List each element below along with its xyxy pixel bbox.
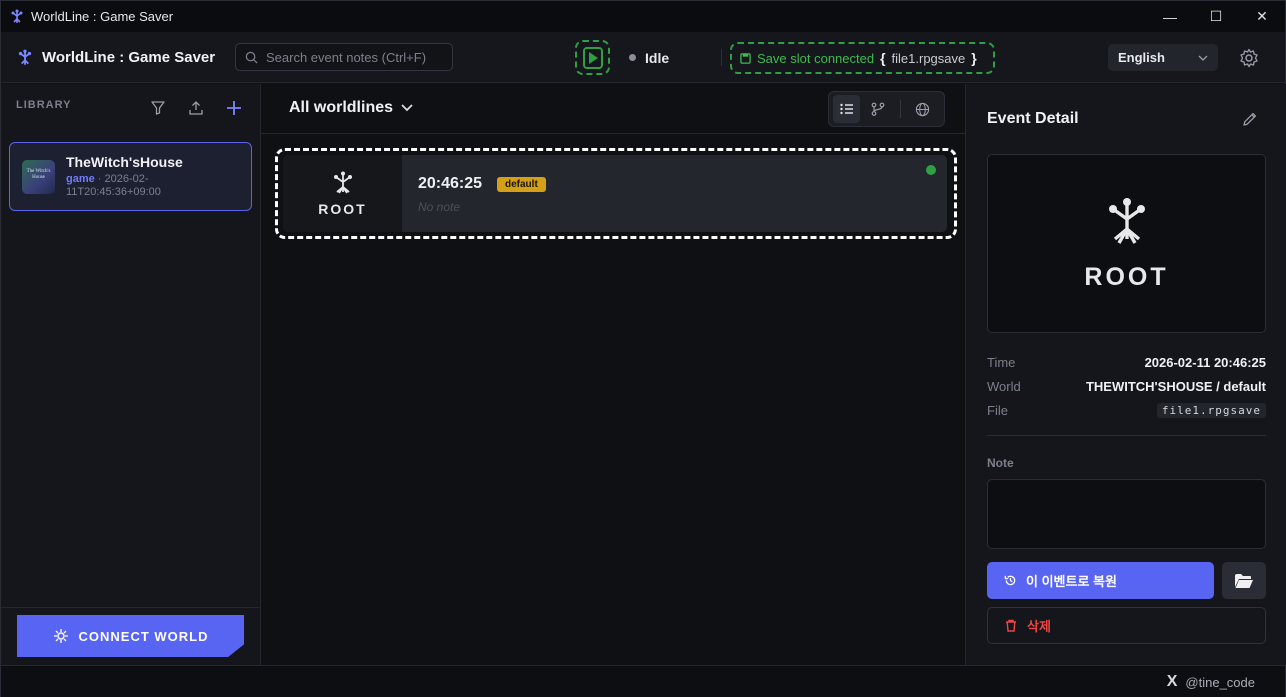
list-view-button[interactable] (833, 95, 861, 123)
x-logo-icon: X (1166, 673, 1178, 690)
note-label: Note (987, 456, 1014, 470)
status-footer: X @tine_code (1, 665, 1285, 697)
branch-view-button[interactable] (864, 95, 891, 123)
brand-logo-icon (18, 49, 32, 65)
restore-label: 이 이벤트로 복원 (1026, 574, 1117, 589)
git-branch-icon (871, 102, 885, 116)
worldline-badge: default (497, 177, 546, 192)
slot-brace-close: } (971, 50, 977, 66)
library-heading: LIBRARY (16, 99, 72, 111)
game-meta: game · 2026-02-11T20:45:36+09:00 (66, 173, 216, 199)
brand: WorldLine : Game Saver (16, 32, 215, 83)
event-detail-panel: Event Detail ROOT Time 2026-02-11 20:46:… (965, 84, 1286, 665)
app-window: WorldLine : Game Saver — ☐ ✕ WorldLine :… (0, 0, 1286, 697)
game-thumbnail: The Witch's House (22, 160, 55, 194)
add-icon[interactable] (224, 98, 244, 118)
search-input[interactable] (266, 49, 446, 65)
world-view-button[interactable] (909, 95, 936, 123)
event-time: 20:46:25 (418, 175, 483, 192)
time-label: Time (987, 354, 1016, 370)
event-note: No note (418, 200, 461, 214)
search-box[interactable] (235, 43, 453, 71)
timeline-main: All worldlines ROOT 20:46:25 default No … (261, 84, 965, 665)
detail-file-row: File file1.rpgsave (987, 400, 1266, 420)
connect-icon (53, 629, 68, 643)
list-icon (839, 103, 853, 115)
open-folder-button[interactable] (1222, 562, 1266, 599)
preview-label: ROOT (1084, 263, 1169, 291)
history-icon (1004, 575, 1016, 586)
language-select[interactable]: English (1108, 44, 1218, 71)
minimize-button[interactable]: — (1147, 1, 1193, 32)
search-icon (245, 51, 258, 64)
gear-icon[interactable] (1239, 48, 1259, 68)
author-credit[interactable]: X @tine_code (1167, 666, 1255, 697)
export-icon[interactable] (186, 98, 206, 118)
view-mode-toggle (828, 91, 945, 127)
event-thumb-label: ROOT (318, 201, 367, 217)
filter-icon[interactable] (148, 98, 168, 118)
library-actions (148, 98, 244, 118)
status-text: Idle (645, 49, 670, 66)
world-label: World (987, 378, 1021, 394)
chevron-down-icon (401, 104, 413, 112)
root-node-icon (1108, 198, 1145, 244)
connect-world-label: CONNECT WORLD (78, 628, 209, 644)
sidebar-divider (1, 607, 260, 608)
game-title: TheWitch'sHouse (66, 154, 183, 170)
slot-brace-open: { (880, 50, 886, 66)
delete-label: 삭제 (1027, 619, 1051, 634)
timeline-header: All worldlines (261, 84, 965, 134)
trash-icon (1006, 619, 1016, 632)
app-header: WorldLine : Game Saver Idle (1, 32, 1285, 83)
author-handle: @tine_code (1185, 674, 1255, 690)
worldline-select[interactable]: All worldlines (289, 99, 413, 117)
window-title: WorldLine : Game Saver (31, 9, 174, 24)
file-label: File (987, 402, 1008, 418)
library-sidebar: LIBRARY The Witch's House TheWitch'sHous… (1, 84, 261, 665)
restore-button[interactable]: 이 이벤트로 복원 (987, 562, 1214, 599)
header-divider (721, 49, 722, 66)
slot-status-text: Save slot connected (757, 50, 875, 66)
file-value: file1.rpgsave (1156, 402, 1266, 418)
worldline-select-value: All worldlines (289, 99, 394, 116)
brand-name: WorldLine : Game Saver (42, 49, 216, 66)
globe-icon (915, 102, 929, 116)
detail-divider (987, 435, 1266, 436)
event-preview: ROOT (987, 154, 1266, 333)
save-disk-icon (740, 52, 751, 64)
view-toggle-divider (899, 100, 901, 118)
pencil-icon[interactable] (1242, 111, 1258, 127)
time-value: 2026-02-11 20:46:25 (1144, 354, 1266, 370)
window-controls: — ☐ ✕ (1147, 1, 1285, 32)
slot-file-name: file1.rpgsave (891, 50, 966, 66)
detail-world-row: World THEWITCH'SHOUSE / default (987, 376, 1266, 396)
title-bar: WorldLine : Game Saver — ☐ ✕ (1, 1, 1285, 32)
status-dot-icon (629, 54, 636, 61)
maximize-button[interactable]: ☐ (1193, 1, 1239, 32)
detail-title: Event Detail (987, 110, 1079, 127)
game-tag: game (66, 173, 95, 185)
play-icon (582, 46, 603, 69)
delete-button[interactable]: 삭제 (987, 607, 1266, 644)
current-event-dot-icon (926, 165, 936, 175)
language-value: English (1118, 50, 1165, 65)
run-status: Idle (629, 32, 669, 83)
folder-open-icon (1235, 573, 1253, 588)
root-node-icon (333, 171, 352, 194)
game-list-item[interactable]: The Witch's House TheWitch'sHouse game ·… (9, 142, 252, 211)
connect-world-button[interactable]: CONNECT WORLD (17, 615, 244, 657)
note-textarea[interactable] (987, 479, 1266, 549)
close-button[interactable]: ✕ (1239, 1, 1285, 32)
detail-time-row: Time 2026-02-11 20:46:25 (987, 352, 1266, 372)
event-thumbnail: ROOT (283, 155, 402, 232)
app-logo-icon (11, 9, 23, 23)
save-slot-indicator: Save slot connected { file1.rpgsave } (730, 42, 995, 74)
event-card[interactable]: ROOT 20:46:25 default No note (283, 155, 947, 232)
play-button[interactable] (575, 40, 610, 75)
chevron-down-icon (1198, 55, 1208, 61)
world-value: THEWITCH'SHOUSE / default (1085, 378, 1266, 394)
